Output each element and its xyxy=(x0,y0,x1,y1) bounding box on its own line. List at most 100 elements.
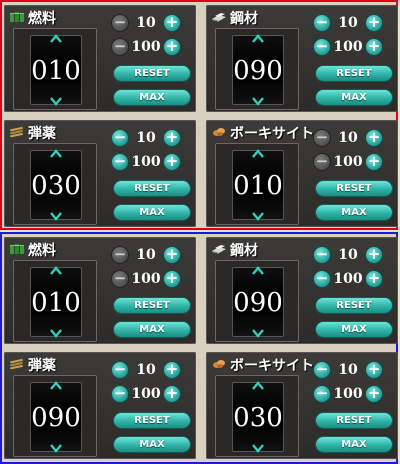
decrease-arrow-icon[interactable] xyxy=(49,211,63,221)
max-button[interactable]: MAX xyxy=(316,205,392,220)
minus-100-button[interactable]: − xyxy=(314,39,330,55)
resource-name: 燃料 xyxy=(28,243,56,259)
amount-counter: 090 xyxy=(232,34,284,106)
plus-100-button[interactable]: + xyxy=(366,39,382,55)
amount-counter: 090 xyxy=(30,381,82,453)
resource-panel: 燃料 010 − 10 + − 100 + RESET MAX xyxy=(4,237,196,344)
plus-10-button[interactable]: + xyxy=(366,130,382,146)
step-row-100: − 100 + xyxy=(112,271,192,289)
minus-100-button[interactable]: − xyxy=(112,154,128,170)
minus-10-button[interactable]: − xyxy=(314,247,330,263)
resource-name: 弾薬 xyxy=(28,126,56,142)
resource-panel: 弾薬 090 − 10 + − 100 + RESET MAX xyxy=(4,352,196,459)
plus-100-button[interactable]: + xyxy=(366,154,382,170)
plus-10-button[interactable]: + xyxy=(164,130,180,146)
reset-button[interactable]: RESET xyxy=(114,66,190,81)
amount-counter: 010 xyxy=(30,266,82,338)
reset-button[interactable]: RESET xyxy=(114,413,190,428)
step-row-100: − 100 + xyxy=(314,386,394,404)
fuel-icon xyxy=(10,12,24,22)
max-button[interactable]: MAX xyxy=(316,322,392,337)
minus-100-button[interactable]: − xyxy=(112,386,128,402)
step-amount-10: 10 xyxy=(338,130,358,146)
step-amount-10: 10 xyxy=(136,15,156,31)
reset-button[interactable]: RESET xyxy=(114,298,190,313)
max-button[interactable]: MAX xyxy=(114,205,190,220)
minus-10-button[interactable]: − xyxy=(112,15,128,31)
increase-arrow-icon[interactable] xyxy=(251,266,265,276)
decrease-arrow-icon[interactable] xyxy=(251,96,265,106)
minus-10-button[interactable]: − xyxy=(112,130,128,146)
minus-100-button[interactable]: − xyxy=(314,386,330,402)
step-row-100: − 100 + xyxy=(112,386,192,404)
step-amount-10: 10 xyxy=(338,15,358,31)
increase-arrow-icon[interactable] xyxy=(49,149,63,159)
reset-button[interactable]: RESET xyxy=(316,181,392,196)
increase-arrow-icon[interactable] xyxy=(251,34,265,44)
amount-counter: 090 xyxy=(232,266,284,338)
minus-100-button[interactable]: − xyxy=(112,271,128,287)
plus-10-button[interactable]: + xyxy=(366,362,382,378)
plus-100-button[interactable]: + xyxy=(164,39,180,55)
plus-10-button[interactable]: + xyxy=(366,247,382,263)
minus-100-button[interactable]: − xyxy=(314,271,330,287)
plus-100-button[interactable]: + xyxy=(366,386,382,402)
minus-10-button[interactable]: − xyxy=(314,15,330,31)
resource-name: 燃料 xyxy=(28,11,56,27)
minus-10-button[interactable]: − xyxy=(112,362,128,378)
minus-10-button[interactable]: − xyxy=(314,130,330,146)
decrease-arrow-icon[interactable] xyxy=(251,211,265,221)
amount-counter: 010 xyxy=(30,34,82,106)
increase-arrow-icon[interactable] xyxy=(251,149,265,159)
max-button[interactable]: MAX xyxy=(114,322,190,337)
counter-frame: 010 xyxy=(13,28,97,110)
plus-10-button[interactable]: + xyxy=(366,15,382,31)
counter-frame: 010 xyxy=(215,143,299,225)
plus-10-button[interactable]: + xyxy=(164,247,180,263)
step-row-100: − 100 + xyxy=(112,39,192,57)
steel-icon xyxy=(212,13,226,22)
plus-100-button[interactable]: + xyxy=(164,154,180,170)
decrease-arrow-icon[interactable] xyxy=(251,443,265,453)
amount-counter: 010 xyxy=(232,149,284,221)
counter-frame: 090 xyxy=(215,260,299,342)
minus-10-button[interactable]: − xyxy=(314,362,330,378)
increase-arrow-icon[interactable] xyxy=(49,266,63,276)
max-button[interactable]: MAX xyxy=(316,437,392,452)
plus-100-button[interactable]: + xyxy=(366,271,382,287)
increase-arrow-icon[interactable] xyxy=(251,381,265,391)
amount-value: 030 xyxy=(31,171,81,201)
reset-button[interactable]: RESET xyxy=(316,66,392,81)
max-button[interactable]: MAX xyxy=(316,90,392,105)
bottom-resource-group: 燃料 010 − 10 + − 100 + RESET MAX 鋼材 090 −… xyxy=(0,232,398,464)
counter-frame: 090 xyxy=(215,28,299,110)
minus-10-button[interactable]: − xyxy=(112,247,128,263)
fuel-icon xyxy=(10,244,24,254)
increase-arrow-icon[interactable] xyxy=(49,381,63,391)
plus-100-button[interactable]: + xyxy=(164,386,180,402)
step-amount-100: 100 xyxy=(333,39,363,55)
decrease-arrow-icon[interactable] xyxy=(49,328,63,338)
minus-100-button[interactable]: − xyxy=(314,154,330,170)
max-button[interactable]: MAX xyxy=(114,90,190,105)
step-amount-10: 10 xyxy=(136,362,156,378)
bauxite-icon xyxy=(213,360,225,368)
plus-100-button[interactable]: + xyxy=(164,271,180,287)
decrease-arrow-icon[interactable] xyxy=(49,96,63,106)
minus-100-button[interactable]: − xyxy=(112,39,128,55)
reset-button[interactable]: RESET xyxy=(316,298,392,313)
step-row-10: − 10 + xyxy=(112,130,192,148)
amount-counter: 030 xyxy=(232,381,284,453)
plus-10-button[interactable]: + xyxy=(164,362,180,378)
step-row-10: − 10 + xyxy=(112,362,192,380)
reset-button[interactable]: RESET xyxy=(114,181,190,196)
decrease-arrow-icon[interactable] xyxy=(251,328,265,338)
reset-button[interactable]: RESET xyxy=(316,413,392,428)
amount-value: 090 xyxy=(233,56,283,86)
increase-arrow-icon[interactable] xyxy=(49,34,63,44)
decrease-arrow-icon[interactable] xyxy=(49,443,63,453)
max-button[interactable]: MAX xyxy=(114,437,190,452)
plus-10-button[interactable]: + xyxy=(164,15,180,31)
step-row-10: − 10 + xyxy=(112,15,192,33)
step-row-10: − 10 + xyxy=(314,247,394,265)
